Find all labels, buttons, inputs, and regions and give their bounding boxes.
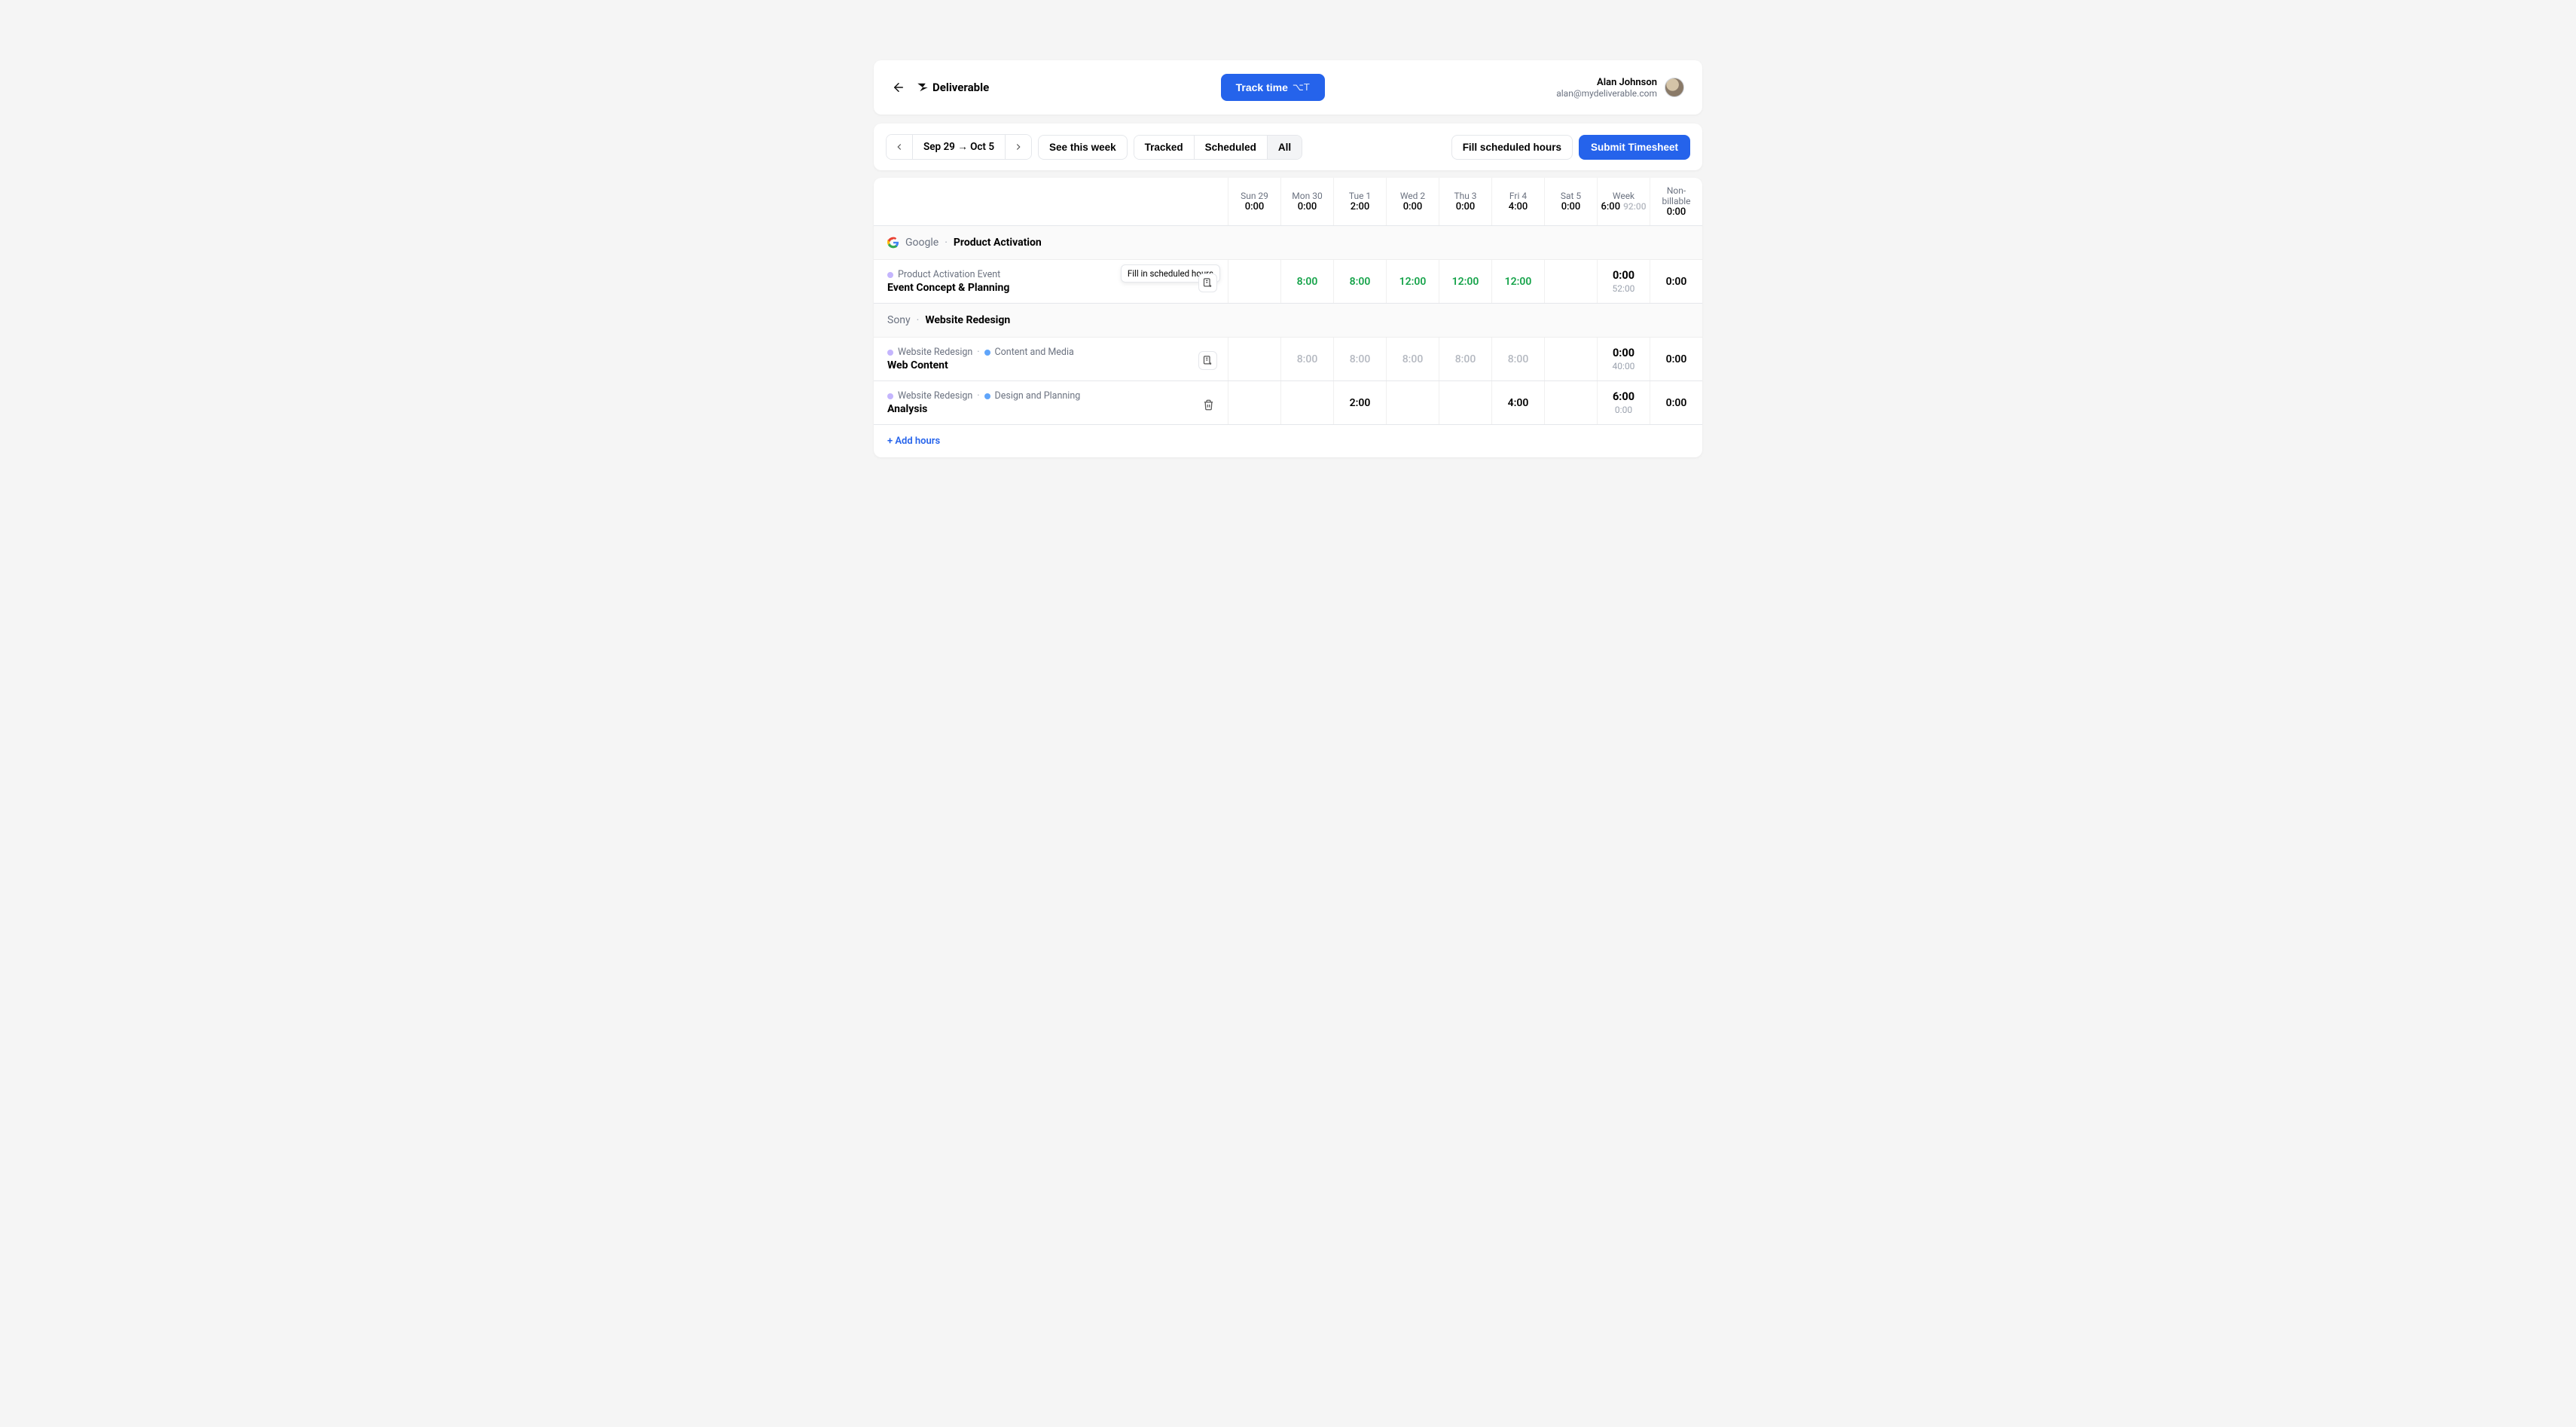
hour-cell[interactable] bbox=[1439, 381, 1491, 424]
col-week: Week 6:0092:00 bbox=[1597, 178, 1650, 225]
task-project-tag: Website Redesign bbox=[898, 347, 972, 358]
user-menu[interactable]: Alan Johnson alan@mydeliverable.com bbox=[1556, 77, 1684, 99]
chevron-right-icon bbox=[1013, 142, 1024, 152]
hour-cell[interactable] bbox=[1280, 381, 1333, 424]
hour-cell[interactable] bbox=[1228, 260, 1280, 303]
col-wed: Wed 2 0:00 bbox=[1386, 178, 1439, 225]
hour-cell[interactable]: 8:00 bbox=[1439, 338, 1491, 380]
hour-cell[interactable]: 8:00 bbox=[1333, 338, 1386, 380]
row-action-button[interactable] bbox=[1198, 273, 1217, 292]
group-client: Google bbox=[905, 237, 939, 249]
hour-cell[interactable]: 8:00 bbox=[1280, 260, 1333, 303]
fill-hours-icon bbox=[1202, 277, 1213, 289]
submit-timesheet-button[interactable]: Submit Timesheet bbox=[1579, 135, 1690, 160]
row-action-button[interactable] bbox=[1200, 396, 1217, 414]
timesheet: Sun 29 0:00 Mon 30 0:00 Tue 1 2:00 Wed 2… bbox=[874, 178, 1702, 457]
track-time-shortcut: ⌥T bbox=[1293, 81, 1310, 93]
nonbillable-cell: 0:00 bbox=[1650, 260, 1702, 303]
task-row: Website Redesign·Content and MediaWeb Co… bbox=[874, 338, 1702, 381]
hour-cell[interactable]: 12:00 bbox=[1491, 260, 1544, 303]
week-total-cell: 6:000:00 bbox=[1597, 381, 1650, 424]
track-time-button[interactable]: Track time ⌥T bbox=[1221, 74, 1325, 101]
date-range-label[interactable]: Sep 29 → Oct 5 bbox=[913, 135, 1006, 159]
google-icon bbox=[887, 237, 899, 249]
trash-icon bbox=[1203, 399, 1214, 411]
fill-scheduled-hours-button[interactable]: Fill scheduled hours bbox=[1451, 135, 1573, 160]
seg-scheduled[interactable]: Scheduled bbox=[1195, 136, 1268, 159]
group-project: Website Redesign bbox=[925, 314, 1010, 326]
add-hours-button[interactable]: + Add hours bbox=[874, 425, 1702, 457]
nonbillable-cell: 0:00 bbox=[1650, 338, 1702, 380]
task-row: Fill in scheduled hoursProduct Activatio… bbox=[874, 260, 1702, 304]
chevron-left-icon bbox=[894, 142, 905, 152]
see-this-week-button[interactable]: See this week bbox=[1038, 135, 1128, 160]
user-email: alan@mydeliverable.com bbox=[1556, 88, 1657, 99]
group-client: Sony bbox=[887, 314, 911, 326]
category-dot-icon bbox=[984, 350, 990, 356]
fill-hours-icon bbox=[1202, 355, 1213, 366]
task-category: Design and Planning bbox=[995, 390, 1081, 402]
hour-cell[interactable] bbox=[1544, 338, 1597, 380]
task-row: Website Redesign·Design and PlanningAnal… bbox=[874, 381, 1702, 425]
project-dot-icon bbox=[887, 272, 893, 278]
group-header: Google·Product Activation bbox=[874, 226, 1702, 260]
hour-cell[interactable]: 2:00 bbox=[1333, 381, 1386, 424]
hour-cell[interactable]: 8:00 bbox=[1333, 260, 1386, 303]
hour-cell[interactable]: 12:00 bbox=[1439, 260, 1491, 303]
hour-cell[interactable]: 8:00 bbox=[1386, 338, 1439, 380]
track-time-label: Track time bbox=[1236, 81, 1288, 93]
col-sun: Sun 29 0:00 bbox=[1228, 178, 1280, 225]
hour-cell[interactable] bbox=[1228, 381, 1280, 424]
col-thu: Thu 3 0:00 bbox=[1439, 178, 1491, 225]
hour-cell[interactable]: 8:00 bbox=[1280, 338, 1333, 380]
task-project-tag: Product Activation Event bbox=[898, 269, 1000, 280]
week-total-cell: 0:0052:00 bbox=[1597, 260, 1650, 303]
col-nonbillable: Non-billable 0:00 bbox=[1650, 178, 1702, 225]
seg-tracked[interactable]: Tracked bbox=[1134, 136, 1195, 159]
col-sat: Sat 5 0:00 bbox=[1544, 178, 1597, 225]
col-mon: Mon 30 0:00 bbox=[1280, 178, 1333, 225]
next-week-button[interactable] bbox=[1006, 135, 1031, 159]
week-total-cell: 0:0040:00 bbox=[1597, 338, 1650, 380]
col-fri: Fri 4 4:00 bbox=[1491, 178, 1544, 225]
hour-cell[interactable] bbox=[1386, 381, 1439, 424]
hour-cell[interactable] bbox=[1544, 381, 1597, 424]
task-project-tag: Website Redesign bbox=[898, 390, 972, 402]
prev-week-button[interactable] bbox=[887, 135, 913, 159]
group-project: Product Activation bbox=[954, 237, 1042, 249]
hour-cell[interactable] bbox=[1228, 338, 1280, 380]
hour-cell[interactable] bbox=[1544, 260, 1597, 303]
task-category: Content and Media bbox=[995, 347, 1074, 358]
timesheet-header-row: Sun 29 0:00 Mon 30 0:00 Tue 1 2:00 Wed 2… bbox=[874, 178, 1702, 226]
group-header: Sony·Website Redesign bbox=[874, 304, 1702, 338]
date-navigator: Sep 29 → Oct 5 bbox=[886, 134, 1032, 160]
task-title: Web Content bbox=[887, 359, 1214, 371]
avatar bbox=[1665, 78, 1684, 97]
view-segment: Tracked Scheduled All bbox=[1134, 135, 1303, 160]
col-tue: Tue 1 2:00 bbox=[1333, 178, 1386, 225]
category-dot-icon bbox=[984, 393, 990, 399]
task-title: Event Concept & Planning bbox=[887, 282, 1214, 294]
project-dot-icon bbox=[887, 393, 893, 399]
row-action-button[interactable] bbox=[1198, 351, 1217, 370]
toolbar: Sep 29 → Oct 5 See this week Tracked Sch… bbox=[874, 124, 1702, 170]
project-dot-icon bbox=[887, 350, 893, 356]
nonbillable-cell: 0:00 bbox=[1650, 381, 1702, 424]
user-name: Alan Johnson bbox=[1556, 77, 1657, 88]
task-title: Analysis bbox=[887, 403, 1214, 415]
hour-cell[interactable]: 4:00 bbox=[1491, 381, 1544, 424]
seg-all[interactable]: All bbox=[1268, 136, 1302, 159]
hour-cell[interactable]: 12:00 bbox=[1386, 260, 1439, 303]
hour-cell[interactable]: 8:00 bbox=[1491, 338, 1544, 380]
brand-logo[interactable]: Deliverable bbox=[916, 81, 989, 94]
app-header: Deliverable Track time ⌥T Alan Johnson a… bbox=[874, 60, 1702, 115]
brand-name: Deliverable bbox=[932, 81, 989, 94]
back-arrow-icon[interactable] bbox=[892, 81, 905, 94]
deliverable-logo-icon bbox=[916, 81, 929, 94]
